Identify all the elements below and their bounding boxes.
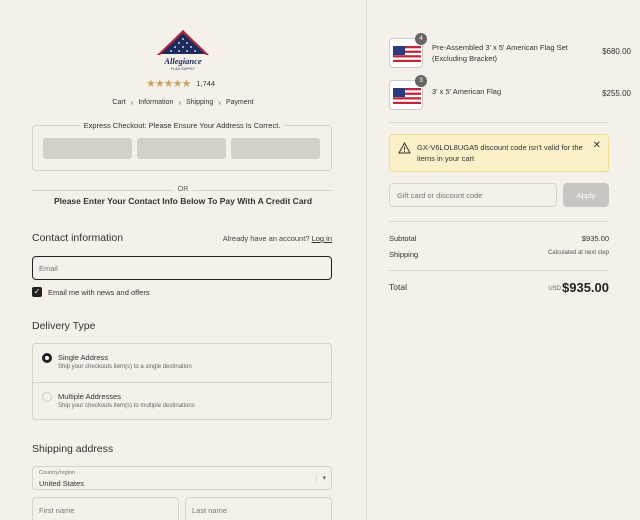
newsletter-label: Email me with news and offers: [48, 287, 150, 297]
multiple-addresses-radio[interactable]: [42, 392, 52, 402]
star-rating-icon: ★★★★★: [146, 78, 191, 90]
email-input[interactable]: [32, 256, 332, 280]
discount-code-input[interactable]: [389, 183, 557, 207]
apply-button[interactable]: Apply: [563, 183, 609, 207]
credit-card-instruction: Please Enter Your Contact Info Below To …: [53, 196, 313, 206]
breadcrumb-shipping: Shipping: [186, 99, 214, 106]
divider: [389, 122, 609, 123]
country-label: Country/region: [39, 470, 76, 476]
total-row: Total USD $935.00: [389, 280, 609, 295]
newsletter-checkbox-row[interactable]: ✓ Email me with news and offers: [32, 287, 150, 297]
breadcrumb: Cart › Information › Shipping › Payment: [0, 98, 366, 107]
quantity-badge: 4: [415, 33, 427, 45]
checkout-form-panel: Allegiance FLAG SUPPLY ★★★★★ 1,744 Cart …: [0, 0, 366, 520]
country-value: United States: [39, 479, 85, 488]
delivery-option-description: Ship your checkouts item(s) to a single …: [58, 364, 192, 370]
subtotal-label: Subtotal: [389, 234, 417, 243]
divider: [389, 270, 609, 271]
total-label: Total: [389, 282, 407, 292]
express-checkout: Express Checkout: Please Ensure Your Add…: [32, 121, 332, 171]
total-value: $935.00: [562, 280, 609, 295]
delivery-option-description: Ship your checkouts item(s) to multiple …: [58, 403, 195, 409]
chevron-right-icon: ›: [130, 98, 134, 107]
breadcrumb-cart[interactable]: Cart: [112, 99, 125, 106]
breadcrumb-payment: Payment: [225, 99, 254, 106]
login-link[interactable]: Log in: [312, 234, 332, 243]
account-prompt-text: Already have an account?: [222, 234, 310, 243]
american-flag-icon: [393, 88, 421, 104]
delivery-option-single[interactable]: Single Address Ship your checkouts item(…: [33, 344, 331, 382]
alert-message: GX-V6LOL8UGA5 discount code isn't valid …: [417, 143, 583, 163]
contact-section-title: Contact information: [32, 232, 124, 244]
order-summary-panel: 4 Pre-Assembled 3' x 5' American Flag Se…: [366, 0, 640, 520]
delivery-type-options: Single Address Ship your checkouts item(…: [32, 343, 332, 420]
express-pay-button-2[interactable]: [137, 138, 226, 159]
shipping-label: Shipping: [389, 250, 419, 259]
shipping-section-title: Shipping address: [32, 443, 114, 455]
delivery-option-multiple[interactable]: Multiple Addresses Ship your checkouts i…: [33, 382, 331, 420]
currency-code: USD: [548, 286, 561, 292]
last-name-field[interactable]: Last name: [185, 497, 332, 520]
country-select[interactable]: Country/region United States ▾: [32, 466, 332, 490]
express-pay-button-3[interactable]: [231, 138, 320, 159]
newsletter-checkbox[interactable]: ✓: [32, 287, 42, 297]
shipping-value: Calculated at next step: [547, 250, 609, 256]
single-address-radio[interactable]: [42, 353, 52, 363]
or-divider-text: OR: [172, 186, 194, 193]
close-icon[interactable]: ✕: [593, 140, 601, 151]
quantity-badge: 3: [415, 75, 427, 87]
item-name: Pre-Assembled 3' x 5' American Flag Set …: [432, 43, 568, 63]
shipping-row: Shipping Calculated at next step: [389, 250, 609, 259]
delivery-option-label: Single Address: [58, 353, 109, 362]
delivery-option-label: Multiple Addresses: [58, 392, 121, 401]
subtotal-value: $935.00: [581, 234, 609, 243]
express-checkout-title: Express Checkout: Please Ensure Your Add…: [79, 121, 285, 130]
item-name: 3' x 5' American Flag: [432, 87, 502, 96]
rating: ★★★★★ 1,744: [146, 77, 215, 90]
rating-count: 1,744: [196, 79, 216, 88]
subtotal-row: Subtotal $935.00: [389, 234, 609, 243]
product-thumbnail: 4: [389, 33, 427, 68]
delivery-section-title: Delivery Type: [32, 320, 96, 332]
discount-error-alert: GX-V6LOL8UGA5 discount code isn't valid …: [389, 134, 609, 172]
item-price: $680.00: [602, 47, 631, 56]
divider: [389, 221, 609, 222]
american-flag-icon: [393, 46, 421, 62]
first-name-field[interactable]: First name: [32, 497, 179, 520]
express-pay-button-1[interactable]: [43, 138, 132, 159]
account-prompt: Already have an account? Log in: [223, 234, 332, 243]
warning-icon: [398, 142, 411, 154]
breadcrumb-information: Information: [138, 99, 174, 106]
allegiance-logo[interactable]: Allegiance FLAG SUPPLY: [154, 28, 212, 74]
chevron-right-icon: ›: [218, 98, 221, 107]
logo-subtext: FLAG SUPPLY: [171, 67, 195, 71]
product-thumbnail: 3: [389, 75, 427, 110]
item-price: $255.00: [602, 89, 631, 98]
chevron-right-icon: ›: [178, 98, 182, 107]
logo-wordmark: Allegiance: [163, 56, 202, 66]
chevron-down-icon: ▾: [316, 474, 326, 482]
